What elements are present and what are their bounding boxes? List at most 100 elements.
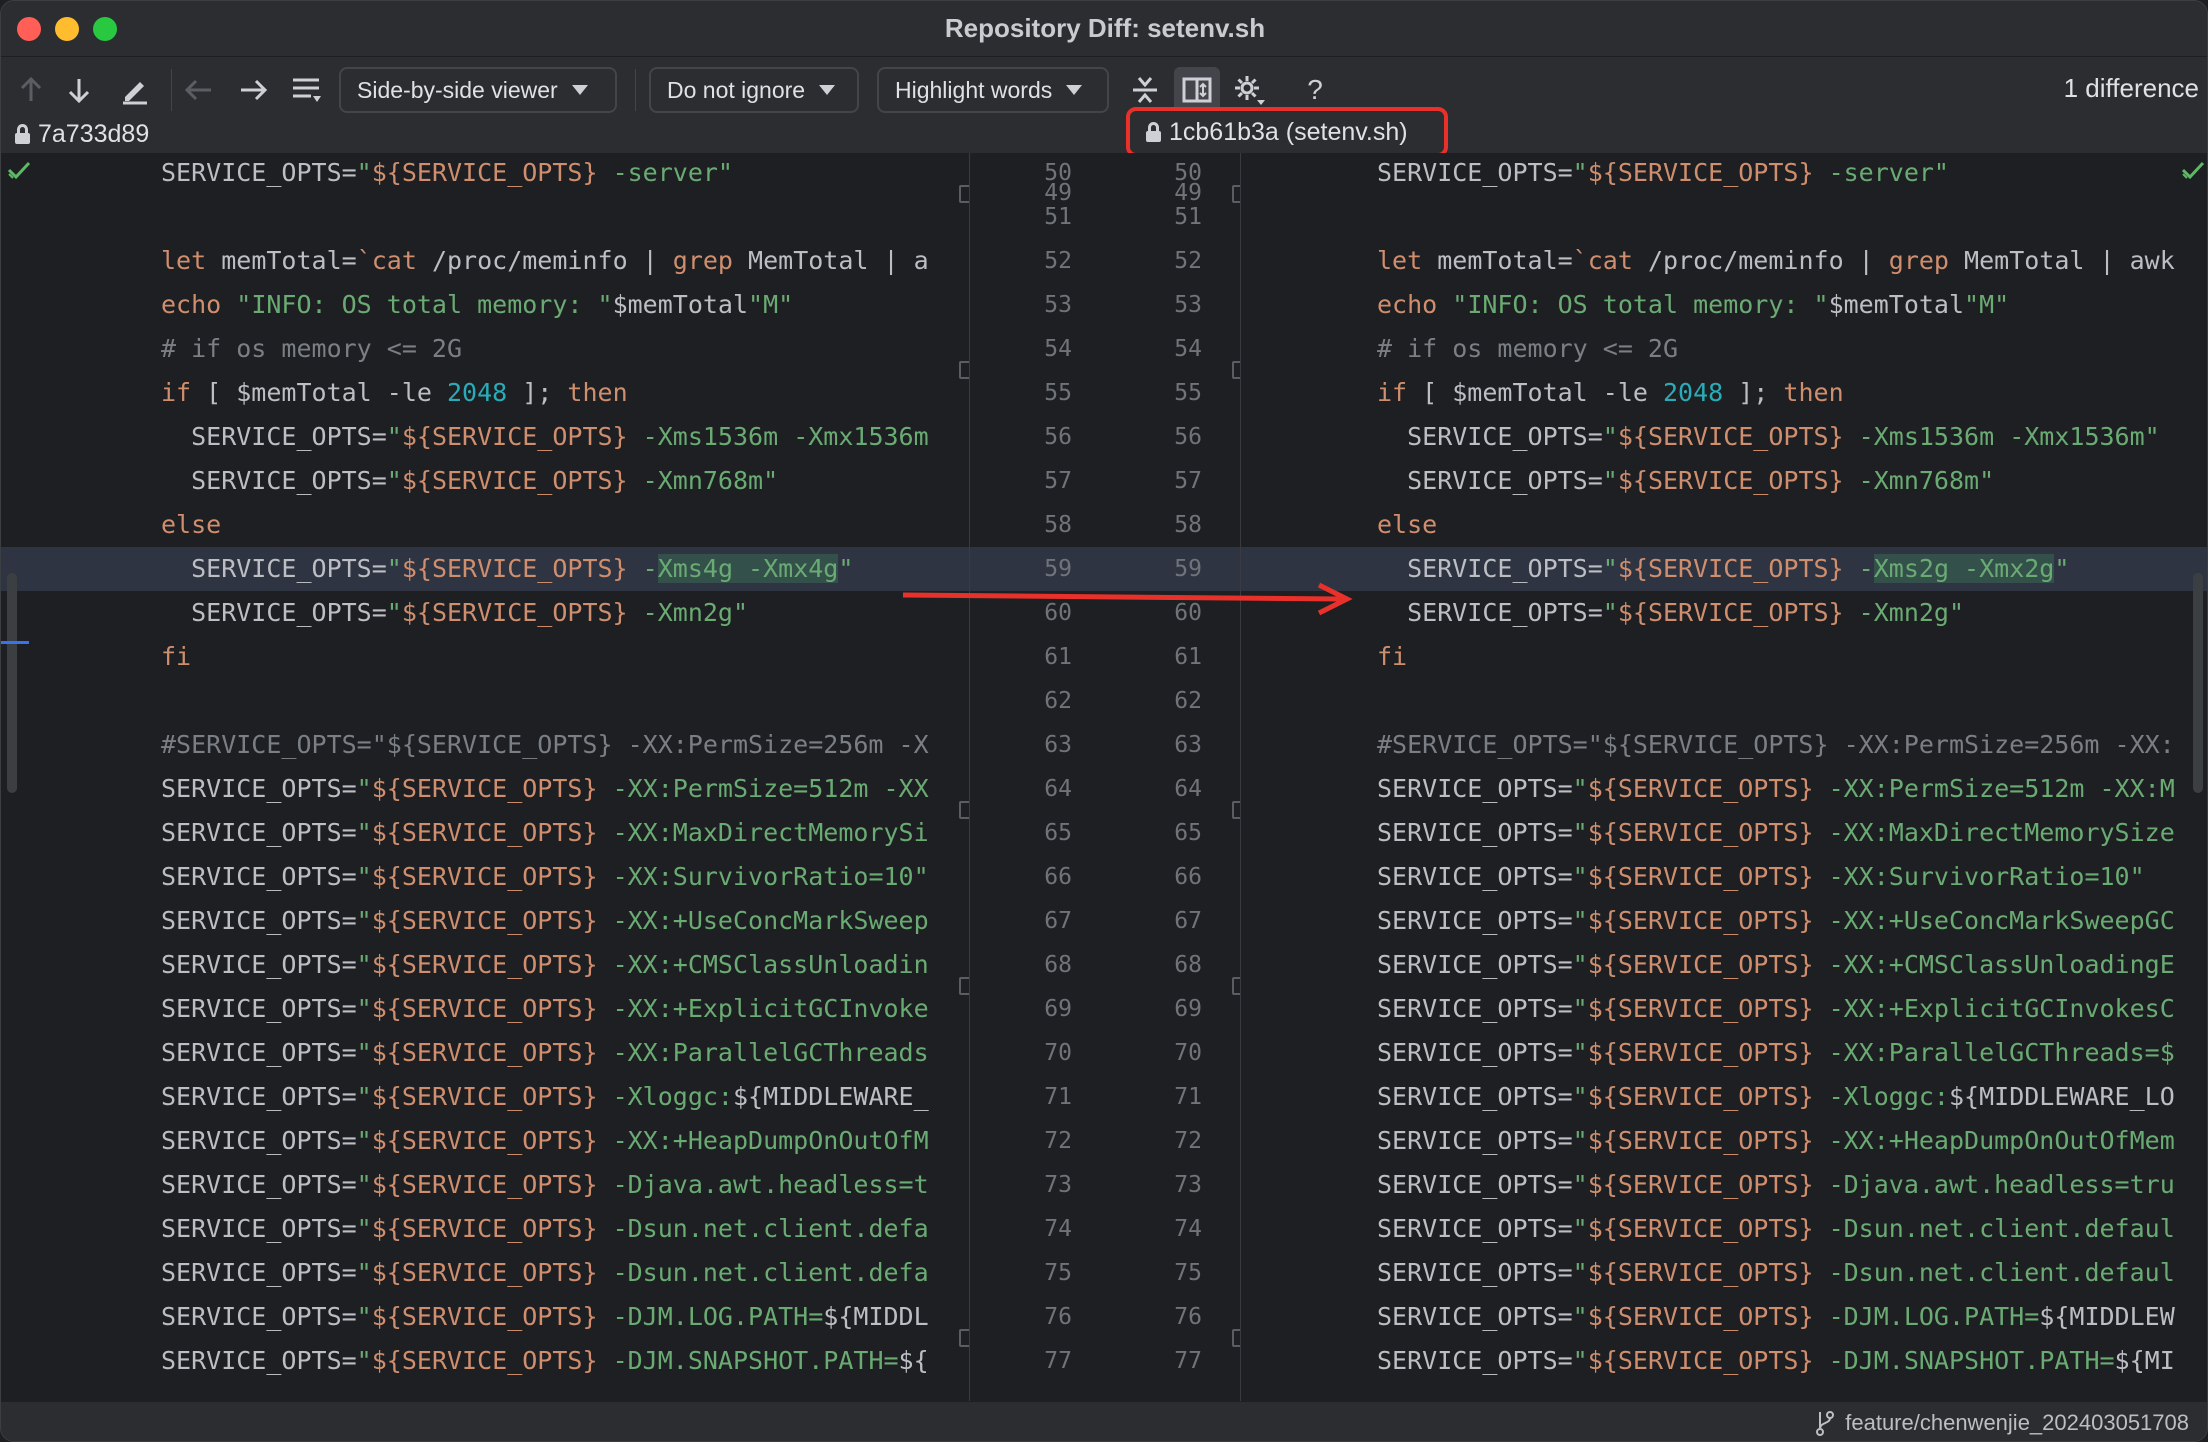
ignore-whitespace-label: Do not ignore: [667, 76, 806, 103]
branch-name: feature/chenwenjie_202403051708: [1845, 1410, 2189, 1435]
code-line-58: else: [161, 510, 222, 539]
code-line-56: SERVICE_OPTS="${SERVICE_OPTS} -Xms1536m …: [161, 422, 929, 451]
git-branch-widget[interactable]: feature/chenwenjie_202403051708: [1815, 1410, 2189, 1436]
branch-icon: [1816, 1411, 1835, 1436]
file-list-menu-icon[interactable]: [287, 67, 327, 113]
left-line-number: 58: [1044, 512, 1072, 538]
code-line-57: SERVICE_OPTS="${SERVICE_OPTS} -Xmn768m": [161, 466, 779, 495]
annotation-arrow: [902, 582, 1353, 616]
left-scrollbar[interactable]: [7, 573, 17, 793]
right-revision-label: 1cb61b3a (setenv.sh): [1126, 107, 1448, 157]
left-line-number: 56: [1044, 424, 1072, 450]
fold-marker-icon[interactable]: [1232, 977, 1240, 995]
code-line-75: SERVICE_OPTS="${SERVICE_OPTS} -Dsun.net.…: [161, 1258, 929, 1287]
code-line-55: if [ $memTotal -le 2048 ]; then: [1377, 378, 1844, 407]
right-line-number: 73: [1174, 1172, 1202, 1198]
line-number-row: 68 68: [970, 943, 1240, 987]
right-line-number: 67: [1174, 908, 1202, 934]
fold-marker-icon[interactable]: [1232, 1329, 1240, 1347]
fold-marker-icon[interactable]: [959, 801, 969, 819]
right-line-number: 51: [1174, 204, 1202, 230]
right-line-number: 50: [1174, 160, 1202, 186]
fold-marker-icon[interactable]: [1232, 801, 1240, 819]
right-line-number: 62: [1174, 688, 1202, 714]
next-difference-icon[interactable]: [59, 67, 99, 113]
forward-arrow-icon[interactable]: [233, 67, 273, 113]
right-editor[interactable]: SERVICE_OPTS="${SERVICE_OPTS} -server" l…: [1241, 153, 2207, 1401]
changed-line-59: SERVICE_OPTS="${SERVICE_OPTS} -Xms4g -Xm…: [1, 547, 969, 591]
highlight-mode-label: Highlight words: [895, 76, 1053, 103]
code-line-55: if [ $memTotal -le 2048 ]; then: [161, 378, 628, 407]
code-line-76: SERVICE_OPTS="${SERVICE_OPTS} -DJM.LOG.P…: [161, 1302, 929, 1331]
code-line-58: else: [1377, 510, 1438, 539]
code-line-72: SERVICE_OPTS="${SERVICE_OPTS} -XX:+HeapD…: [1377, 1126, 2175, 1155]
chevron-down-icon: [819, 85, 836, 95]
code-line-60: SERVICE_OPTS="${SERVICE_OPTS} -Xmn2g": [1377, 598, 1965, 627]
fold-marker-icon[interactable]: [959, 977, 969, 995]
code-line-69: SERVICE_OPTS="${SERVICE_OPTS} -XX:+Expli…: [161, 994, 929, 1023]
left-line-number: 71: [1044, 1084, 1072, 1110]
ignore-whitespace-dropdown[interactable]: Do not ignore: [649, 67, 859, 113]
right-line-number: 74: [1174, 1216, 1202, 1242]
back-arrow-icon[interactable]: [179, 67, 219, 113]
lock-icon: [15, 124, 30, 144]
left-line-number: 52: [1044, 248, 1072, 274]
line-number-row: 50 50: [970, 153, 1240, 195]
fold-marker-icon[interactable]: [1232, 185, 1240, 203]
fold-marker-icon[interactable]: [959, 361, 969, 379]
viewer-mode-dropdown[interactable]: Side-by-side viewer: [339, 67, 617, 113]
left-line-number: 53: [1044, 292, 1072, 318]
right-line-number: 68: [1174, 952, 1202, 978]
line-number-row: 71 71: [970, 1075, 1240, 1119]
code-line-76: SERVICE_OPTS="${SERVICE_OPTS} -DJM.LOG.P…: [1377, 1302, 2175, 1331]
code-line-61: fi: [161, 642, 192, 671]
code-line-60: SERVICE_OPTS="${SERVICE_OPTS} -Xmn2g": [161, 598, 749, 627]
code-line-68: SERVICE_OPTS="${SERVICE_OPTS} -XX:+CMSCl…: [1377, 950, 2175, 979]
code-line-50: SERVICE_OPTS="${SERVICE_OPTS} -server": [161, 158, 733, 187]
right-line-number: 53: [1174, 292, 1202, 318]
code-line-75: SERVICE_OPTS="${SERVICE_OPTS} -Dsun.net.…: [1377, 1258, 2175, 1287]
right-line-number: 76: [1174, 1304, 1202, 1330]
left-line-number: 77: [1044, 1348, 1072, 1374]
lock-icon: [1146, 122, 1161, 142]
left-line-number: 72: [1044, 1128, 1072, 1154]
left-line-number: 51: [1044, 204, 1072, 230]
code-line-54: # if os memory <= 2G: [1377, 334, 1679, 363]
code-line-73: SERVICE_OPTS="${SERVICE_OPTS} -Djava.awt…: [1377, 1170, 2175, 1199]
previous-difference-icon[interactable]: [11, 67, 51, 113]
right-line-number: 75: [1174, 1260, 1202, 1286]
code-line-61: fi: [1377, 642, 1408, 671]
left-editor[interactable]: SERVICE_OPTS="${SERVICE_OPTS} -server" l…: [1, 153, 969, 1401]
right-line-number: 54: [1174, 336, 1202, 362]
line-number-row: 74 74: [970, 1207, 1240, 1251]
line-number-row: 70 70: [970, 1031, 1240, 1075]
line-number-row: 65 65: [970, 811, 1240, 855]
code-line-67: SERVICE_OPTS="${SERVICE_OPTS} -XX:+UseCo…: [1377, 906, 2175, 935]
right-line-number: 66: [1174, 864, 1202, 890]
edit-source-icon[interactable]: [115, 67, 155, 113]
line-number-row: 53 53: [970, 283, 1240, 327]
code-line-74: SERVICE_OPTS="${SERVICE_OPTS} -Dsun.net.…: [161, 1214, 929, 1243]
code-line-67: SERVICE_OPTS="${SERVICE_OPTS} -XX:+UseCo…: [161, 906, 929, 935]
line-number-row: 72 72: [970, 1119, 1240, 1163]
left-line-number: 62: [1044, 688, 1072, 714]
highlight-mode-dropdown[interactable]: Highlight words: [877, 67, 1109, 113]
fold-marker-icon[interactable]: [1232, 361, 1240, 379]
difference-count: 1 difference: [2063, 73, 2199, 103]
title-bar: Repository Diff: setenv.sh: [1, 1, 2207, 57]
line-number-row: 61 61: [970, 635, 1240, 679]
code-line-65: SERVICE_OPTS="${SERVICE_OPTS} -XX:MaxDir…: [1377, 818, 2175, 847]
right-scrollbar[interactable]: [2193, 573, 2203, 793]
fold-marker-icon[interactable]: [959, 1329, 969, 1347]
left-line-number: 61: [1044, 644, 1072, 670]
fold-marker-icon[interactable]: [959, 185, 969, 203]
code-line-77: SERVICE_OPTS="${SERVICE_OPTS} -DJM.SNAPS…: [161, 1346, 929, 1375]
right-line-number: 55: [1174, 380, 1202, 406]
left-line-number: 69: [1044, 996, 1072, 1022]
code-line-71: SERVICE_OPTS="${SERVICE_OPTS} -Xloggc:${…: [161, 1082, 929, 1111]
left-line-number: 54: [1044, 336, 1072, 362]
